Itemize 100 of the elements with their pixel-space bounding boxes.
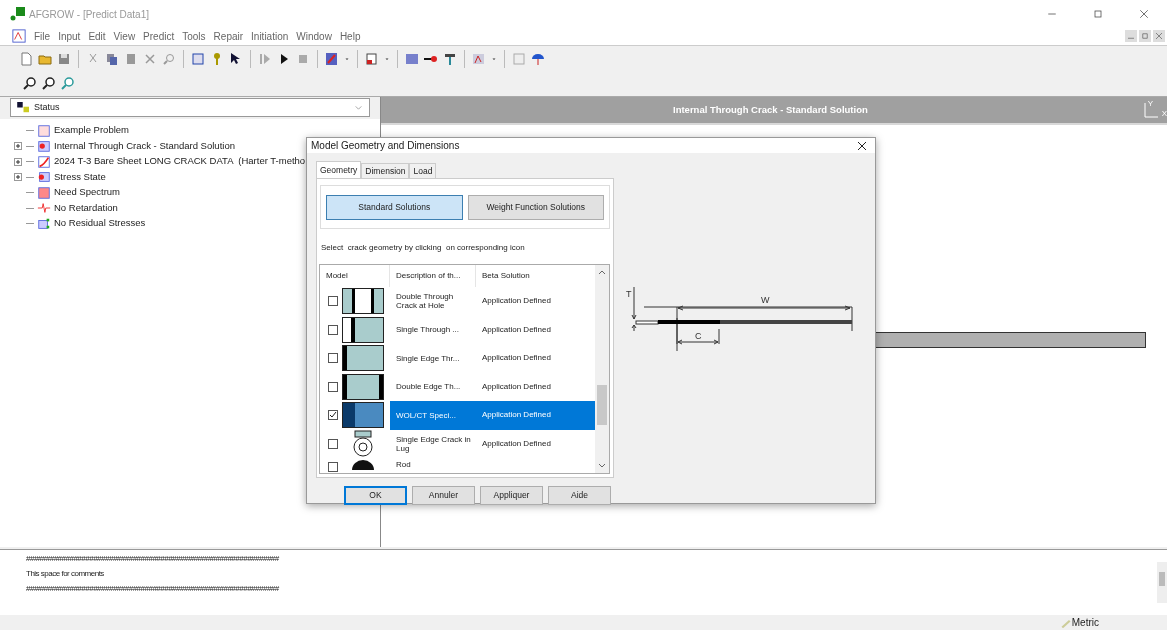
- checkbox[interactable]: [328, 381, 338, 392]
- tree-item[interactable]: No Residual Stresses: [54, 216, 146, 231]
- menu-item[interactable]: Repair: [213, 28, 244, 44]
- crack-geometry-drawing: T W C: [626, 281, 858, 351]
- menu-item[interactable]: Help: [339, 28, 361, 44]
- beta-solution-cell-text: Application Defined: [481, 437, 551, 450]
- comment-line: ################################################################: [26, 583, 280, 595]
- tree-item[interactable]: 2024 T-3 Bare Sheet LONG CRACK DATA (Harter T-metho: [54, 154, 306, 169]
- tab[interactable]: Load: [409, 163, 437, 179]
- minimize-icon[interactable]: [1125, 30, 1137, 43]
- column-header[interactable]: Beta Solution: [476, 265, 595, 287]
- scroll-thumb[interactable]: [597, 385, 607, 425]
- dialog-button[interactable]: OK: [344, 486, 407, 505]
- description-cell-text: Double Edge Th...: [395, 382, 462, 392]
- description-cell-text: Single Edge Crack in Lug: [395, 434, 472, 453]
- checkbox[interactable]: [328, 410, 338, 421]
- tree-item[interactable]: No Retardation: [54, 200, 118, 216]
- menu-item[interactable]: Tools: [182, 28, 206, 44]
- tree-item[interactable]: Internal Through Crack - Standard Solution: [54, 138, 235, 154]
- menu-item[interactable]: Initiation: [251, 28, 289, 44]
- geometry-thumbnail[interactable]: [342, 316, 384, 343]
- instruction-text: Select crack geometry by clicking on corresponding icon: [321, 242, 526, 254]
- description-cell-text: WOL/CT Speci...: [395, 410, 457, 420]
- checkbox[interactable]: [328, 353, 338, 364]
- scroll-thumb[interactable]: [1159, 572, 1165, 587]
- expand-icon[interactable]: [14, 157, 22, 166]
- list-row[interactable]: Double Through Crack at Hole Application Defined: [390, 287, 595, 316]
- checkbox[interactable]: [328, 438, 338, 449]
- close-icon[interactable]: [1153, 30, 1165, 43]
- column-header[interactable]: Description of th...: [390, 265, 476, 287]
- beta-solution-cell-text: Application Defined: [481, 352, 551, 365]
- solution-button[interactable]: Weight Function Solutions: [467, 194, 604, 220]
- list-row[interactable]: Single Edge Thr... Application Defined: [390, 344, 595, 373]
- close-icon: [857, 140, 867, 151]
- tree-item[interactable]: Example Problem: [54, 123, 129, 138]
- axis-icon: [1143, 100, 1159, 119]
- status-icon: [17, 102, 30, 114]
- beta-solution-cell-text: Application Defined: [481, 409, 551, 422]
- tree-node-icon: [37, 154, 51, 169]
- dialog-button[interactable]: Appliquer: [480, 486, 543, 505]
- description-cell-text: Single Through ...: [395, 325, 460, 335]
- pencil-icon: [1059, 617, 1072, 628]
- list-row[interactable]: WOL/CT Speci... Application Defined: [390, 401, 595, 430]
- list-row[interactable]: Double Edge Th... Application Defined: [390, 372, 595, 401]
- tree-node-icon: [37, 201, 51, 215]
- menu-item[interactable]: View: [113, 28, 136, 44]
- new-file-icon[interactable]: [18, 50, 34, 67]
- comment-line: This space for comments: [26, 568, 105, 580]
- tab[interactable]: Geometry: [316, 161, 362, 179]
- restore-icon[interactable]: [1139, 30, 1151, 43]
- tree-node-icon: [37, 123, 51, 138]
- comment-line: ################################################################: [26, 553, 280, 565]
- document-icon[interactable]: [12, 29, 26, 44]
- zoom-in-icon[interactable]: [22, 74, 38, 91]
- dialog-button[interactable]: Aide: [548, 486, 611, 505]
- geometry-thumbnail[interactable]: [342, 345, 384, 372]
- tree-item[interactable]: Need Spectrum: [54, 185, 120, 200]
- list-row[interactable]: Rod: [390, 458, 595, 473]
- dialog-title: Model Geometry and Dimensions: [311, 139, 460, 153]
- zoom-out-icon[interactable]: [41, 74, 57, 91]
- list-row[interactable]: Single Through ... Application Defined: [390, 315, 595, 344]
- beta-solution-cell-text: Application Defined: [481, 295, 551, 308]
- tree-node-icon: [37, 216, 51, 231]
- scrollbar[interactable]: [595, 265, 609, 473]
- description-cell-text: Single Edge Thr...: [395, 353, 461, 363]
- close-icon: [1138, 8, 1150, 20]
- menu-item[interactable]: Window: [296, 28, 332, 44]
- expand-icon[interactable]: [14, 142, 22, 150]
- expand-icon[interactable]: [14, 173, 22, 181]
- solution-button[interactable]: Standard Solutions: [326, 194, 463, 220]
- geometry-thumbnail[interactable]: [342, 288, 384, 315]
- beta-solution-cell-text: Application Defined: [481, 323, 551, 336]
- menu-item[interactable]: Predict: [143, 28, 175, 44]
- checkbox[interactable]: [328, 324, 338, 335]
- maximize-icon: [1092, 8, 1104, 20]
- beta-solution-cell-text: Application Defined: [481, 380, 551, 393]
- checkbox[interactable]: [328, 296, 338, 307]
- menu-item[interactable]: Input: [58, 28, 81, 44]
- description-cell-text: Double Through Crack at Hole: [395, 292, 455, 311]
- scrollbar[interactable]: [1157, 562, 1167, 603]
- tab[interactable]: Dimension: [361, 163, 410, 179]
- view-title: Internal Through Crack - Standard Solution: [673, 102, 868, 117]
- geometry-thumbnail[interactable]: [342, 402, 384, 429]
- status-dropdown[interactable]: Status: [10, 98, 370, 118]
- list-row[interactable]: Single Edge Crack in Lug Application Defined: [390, 429, 595, 458]
- axis-label: X: [1161, 107, 1167, 120]
- axis-label: Y: [1147, 97, 1153, 110]
- geometry-thumbnail[interactable]: [342, 373, 384, 400]
- tree-item[interactable]: Stress State: [54, 169, 106, 185]
- checkbox[interactable]: [328, 462, 338, 472]
- tree-node-icon: [37, 170, 51, 184]
- tree-node-icon: [37, 139, 51, 153]
- description-cell-text: Rod: [395, 460, 412, 469]
- chart-icon[interactable]: [324, 50, 340, 67]
- column-header[interactable]: Model: [320, 265, 390, 287]
- app-logo-icon: [10, 6, 26, 22]
- menu-item[interactable]: Edit: [88, 28, 106, 44]
- menu-item[interactable]: File: [34, 28, 51, 44]
- units-indicator: Metric: [1071, 616, 1099, 630]
- dialog-button[interactable]: Annuler: [412, 486, 475, 505]
